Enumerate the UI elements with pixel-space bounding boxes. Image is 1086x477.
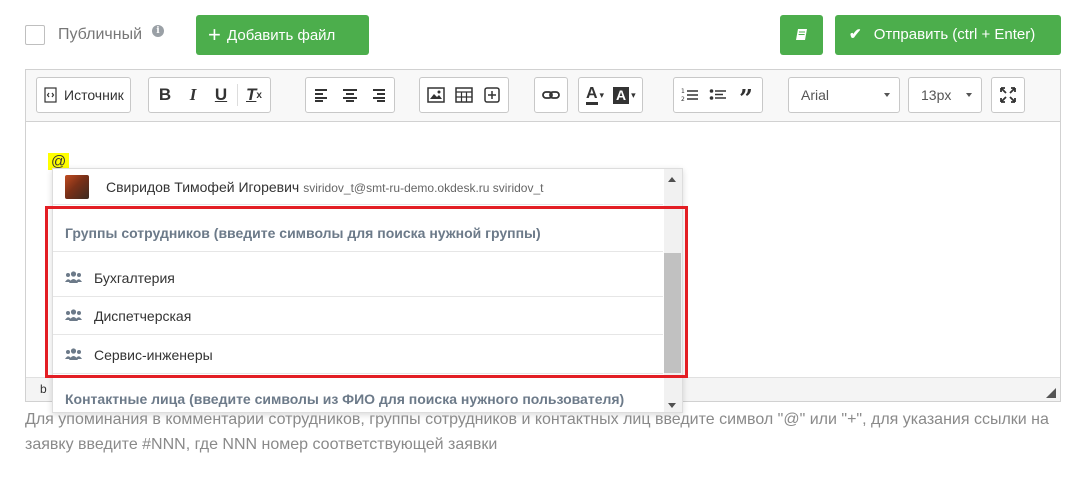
public-label: Публичный xyxy=(58,26,143,43)
chevron-down-icon xyxy=(966,93,972,97)
mention-user-item[interactable]: Свиридов Тимофей Игоревич sviridov_t@smt-… xyxy=(53,169,663,205)
image-button[interactable] xyxy=(422,81,450,109)
mention-user-text: Свиридов Тимофей Игоревич sviridov_t@smt-… xyxy=(106,179,543,195)
italic-icon: I xyxy=(189,85,197,104)
maximize-button[interactable] xyxy=(994,81,1022,109)
chevron-down-icon xyxy=(884,93,890,97)
svg-text:2: 2 xyxy=(681,96,685,103)
font-size-select[interactable]: 13px xyxy=(908,77,982,113)
table-icon xyxy=(455,87,473,103)
special-insert-button[interactable] xyxy=(478,81,506,109)
element-path: b xyxy=(40,382,47,396)
source-icon xyxy=(44,87,57,103)
italic-button[interactable]: I xyxy=(179,81,207,109)
avatar xyxy=(65,175,89,199)
font-family-value: Arial xyxy=(801,87,830,103)
align-center-icon xyxy=(343,89,357,102)
info-icon[interactable]: i xyxy=(152,25,164,37)
link-button[interactable] xyxy=(537,81,565,109)
scroll-up-icon[interactable] xyxy=(668,177,676,182)
toolbar-group-source: Источник xyxy=(36,77,131,113)
contacts-header: Контактные лица (введите символы из ФИО … xyxy=(65,391,625,407)
toolbar-group-insert xyxy=(419,77,509,113)
bold-button[interactable]: B xyxy=(151,81,179,109)
toolbar-separator xyxy=(237,84,238,106)
plus-square-icon xyxy=(484,87,500,103)
align-right-icon xyxy=(373,89,385,102)
text-color-button[interactable]: A ▾ xyxy=(581,81,609,109)
bulleted-list-icon xyxy=(709,89,726,100)
bold-icon: B xyxy=(158,85,172,104)
align-left-button[interactable] xyxy=(308,81,336,109)
plus-icon: + xyxy=(208,22,221,47)
mention-hint: Для упоминания в комментарии сотрудников… xyxy=(25,411,1049,453)
book-icon xyxy=(795,29,807,40)
font-family-select[interactable]: Arial xyxy=(788,77,900,113)
source-button[interactable]: Источник xyxy=(39,81,128,109)
svg-text:1: 1 xyxy=(681,88,685,95)
align-left-icon xyxy=(315,89,327,102)
font-size-value: 13px xyxy=(921,87,952,103)
public-checkbox[interactable] xyxy=(25,25,45,45)
toolbar-group-lists: 12 ” xyxy=(673,77,763,113)
link-icon xyxy=(542,91,560,99)
underline-button[interactable]: U xyxy=(207,81,235,109)
numbered-list-icon: 12 xyxy=(681,88,698,103)
numbered-list-button[interactable]: 12 xyxy=(676,81,704,109)
toolbar-group-link xyxy=(534,77,568,113)
add-file-label: Добавить файл xyxy=(227,27,336,44)
templates-button[interactable] xyxy=(780,15,823,55)
user-name: Свиридов Тимофей Игоревич xyxy=(106,179,300,195)
toolbar-group-align xyxy=(305,77,395,113)
quote-icon: ” xyxy=(739,84,753,113)
remove-format-icon: T xyxy=(246,85,257,104)
align-center-button[interactable] xyxy=(336,81,364,109)
toolbar-group-maximize xyxy=(991,77,1025,113)
text-color-icon: A xyxy=(585,85,598,105)
toolbar-group-format: B I U Tx xyxy=(148,77,271,113)
maximize-icon xyxy=(1000,87,1016,103)
user-meta: sviridov_t@smt-ru-demo.okdesk.ru svirido… xyxy=(303,181,544,195)
bulleted-list-button[interactable] xyxy=(704,81,732,109)
background-color-button[interactable]: A ▾ xyxy=(609,81,640,109)
editor-toolbar: Источник B I U Tx A ▾ A ▾ 1 2 ” Arial 13… xyxy=(26,70,1060,122)
align-right-button[interactable] xyxy=(364,81,392,109)
send-label: Отправить (ctrl + Enter) xyxy=(873,26,1036,43)
underline-icon: U xyxy=(214,85,228,104)
comment-top-bar: Публичный i + Добавить файл ✔ Отправить … xyxy=(0,0,1086,70)
resize-handle-icon[interactable] xyxy=(1046,388,1056,398)
background-color-icon: A xyxy=(613,86,630,104)
table-button[interactable] xyxy=(450,81,478,109)
source-label: Источник xyxy=(64,87,124,103)
image-icon xyxy=(427,87,445,103)
remove-format-button[interactable]: Tx xyxy=(240,81,268,109)
send-button[interactable]: ✔ Отправить (ctrl + Enter) xyxy=(835,15,1061,55)
add-file-button[interactable]: + Добавить файл xyxy=(196,15,369,55)
highlight-annotation xyxy=(45,206,688,378)
toolbar-group-colors: A ▾ A ▾ xyxy=(578,77,643,113)
check-icon: ✔ xyxy=(849,26,862,43)
blockquote-button[interactable]: ” xyxy=(732,81,760,113)
